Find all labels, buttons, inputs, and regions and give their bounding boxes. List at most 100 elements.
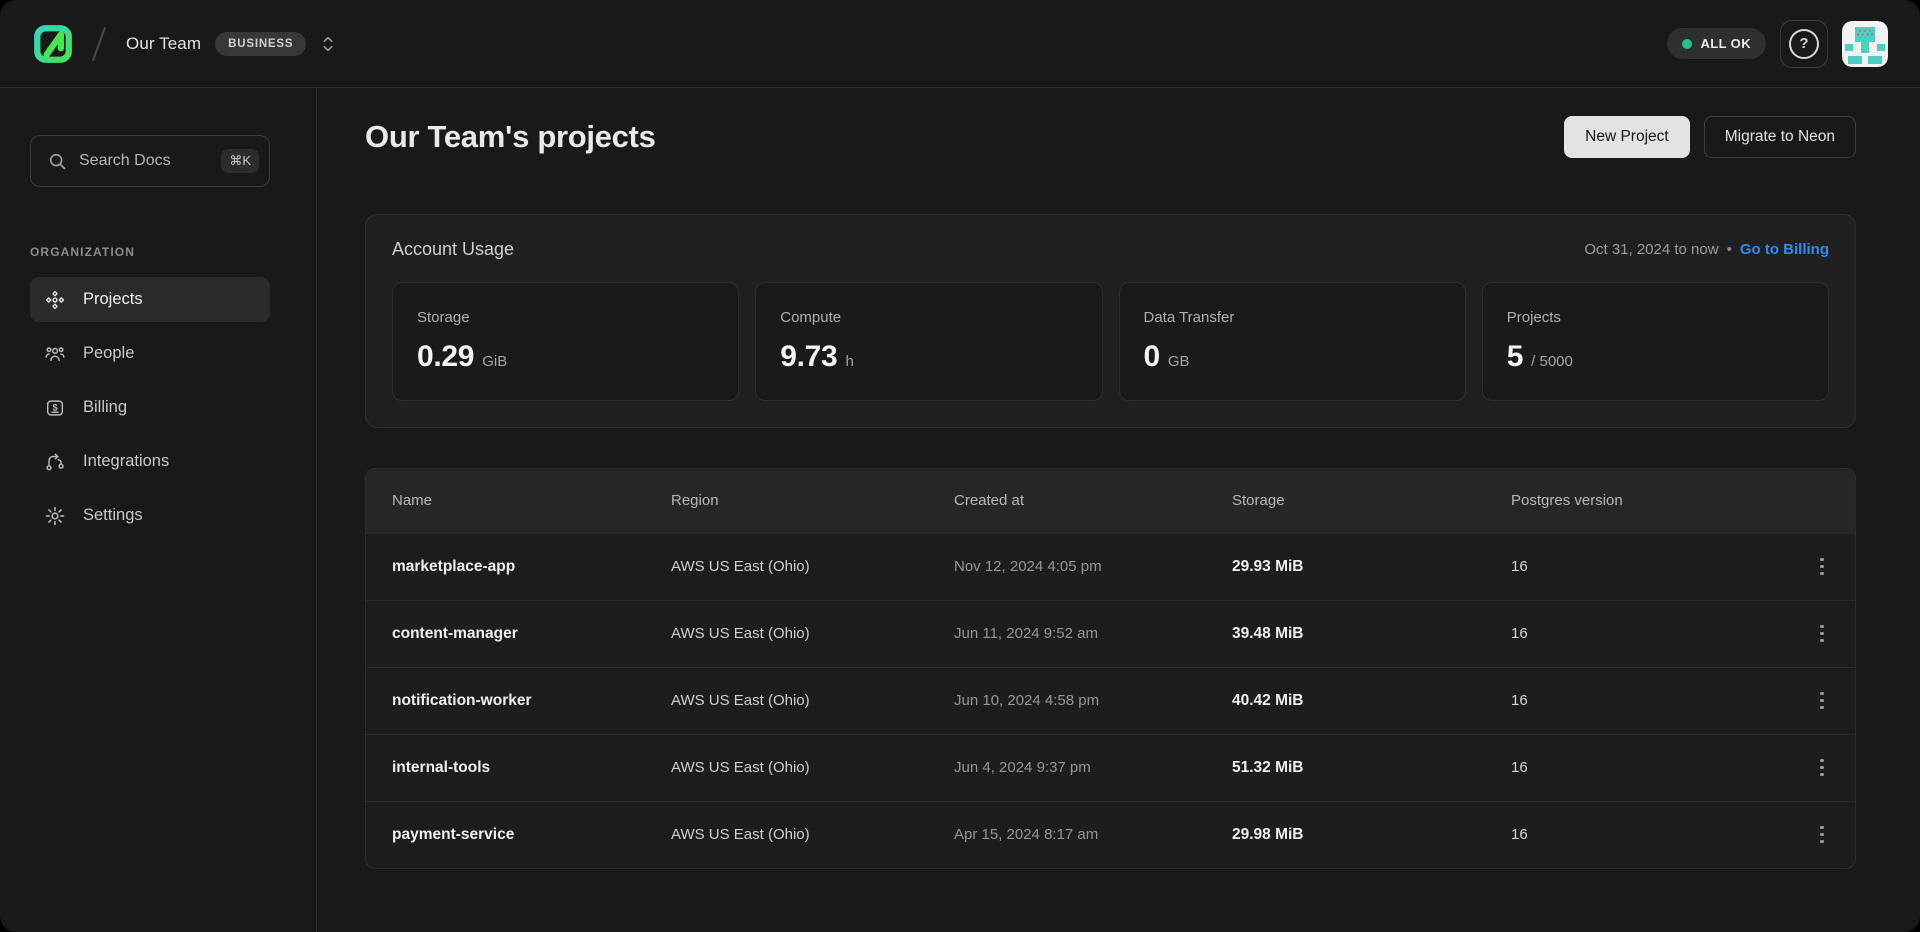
settings-gear-icon <box>44 505 66 527</box>
usage-card-label: Data Transfer <box>1144 309 1441 326</box>
sidebar-item-people[interactable]: People <box>30 331 270 376</box>
sidebar: ⌘K ORGANIZATION Projects <box>0 88 317 932</box>
project-storage: 40.42 MiB <box>1232 692 1511 710</box>
search-shortcut-badge: ⌘K <box>221 149 259 173</box>
sidebar-item-settings[interactable]: Settings <box>30 493 270 538</box>
sidebar-item-label: People <box>83 344 134 363</box>
table-row[interactable]: content-manager AWS US East (Ohio) Jun 1… <box>366 600 1855 667</box>
project-postgres-version: 16 <box>1511 826 1783 843</box>
column-header-postgres-version: Postgres version <box>1511 492 1783 509</box>
project-name: content-manager <box>392 625 671 643</box>
column-header-storage: Storage <box>1232 492 1511 509</box>
sidebar-item-label: Integrations <box>83 452 169 471</box>
project-postgres-version: 16 <box>1511 558 1783 575</box>
sidebar-item-label: Projects <box>83 290 143 309</box>
user-avatar[interactable] <box>1842 21 1888 67</box>
usage-card-label: Projects <box>1507 309 1804 326</box>
app-window: Our Team BUSINESS ALL OK ? <box>0 0 1920 932</box>
usage-separator: • <box>1727 241 1732 258</box>
question-icon: ? <box>1789 29 1819 59</box>
column-header-name: Name <box>392 492 671 509</box>
search-docs-input[interactable]: ⌘K <box>30 135 270 187</box>
status-label: ALL OK <box>1700 36 1751 51</box>
table-row[interactable]: internal-tools AWS US East (Ohio) Jun 4,… <box>366 734 1855 801</box>
project-name: notification-worker <box>392 692 671 710</box>
projects-table: Name Region Created at Storage Postgres … <box>365 468 1856 869</box>
account-usage-panel: Account Usage Oct 31, 2024 to now • Go t… <box>365 214 1856 428</box>
status-badge[interactable]: ALL OK <box>1667 28 1766 59</box>
project-storage: 39.48 MiB <box>1232 625 1511 643</box>
usage-period: Oct 31, 2024 to now • Go to Billing <box>1584 241 1829 258</box>
project-postgres-version: 16 <box>1511 692 1783 709</box>
usage-card-projects: Projects 5 / 5000 <box>1482 282 1829 401</box>
project-storage: 29.93 MiB <box>1232 558 1511 576</box>
project-created-at: Nov 12, 2024 4:05 pm <box>954 558 1232 575</box>
status-dot-icon <box>1682 39 1692 49</box>
org-name: Our Team <box>126 34 201 54</box>
people-icon <box>44 343 66 365</box>
usage-card-label: Compute <box>780 309 1077 326</box>
project-region: AWS US East (Ohio) <box>671 826 954 843</box>
usage-card-value: 9.73 <box>780 340 837 374</box>
usage-card-label: Storage <box>417 309 714 326</box>
usage-card-unit: / 5000 <box>1531 353 1573 370</box>
organization-section-label: ORGANIZATION <box>30 245 316 259</box>
column-header-created-at: Created at <box>954 492 1232 509</box>
project-region: AWS US East (Ohio) <box>671 759 954 776</box>
project-region: AWS US East (Ohio) <box>671 625 954 642</box>
usage-card-storage: Storage 0.29 GiB <box>392 282 739 401</box>
plan-badge: BUSINESS <box>215 32 306 56</box>
usage-card-compute: Compute 9.73 h <box>755 282 1102 401</box>
sidebar-item-integrations[interactable]: Integrations <box>30 439 270 484</box>
neon-logo-icon[interactable] <box>32 23 74 65</box>
new-project-button[interactable]: New Project <box>1564 116 1690 158</box>
search-docs-field[interactable] <box>79 152 209 170</box>
table-row[interactable]: marketplace-app AWS US East (Ohio) Nov 1… <box>366 533 1855 600</box>
project-created-at: Jun 4, 2024 9:37 pm <box>954 759 1232 776</box>
row-menu-kebab-icon[interactable] <box>1805 751 1839 785</box>
usage-panel-title: Account Usage <box>392 239 514 260</box>
go-to-billing-link[interactable]: Go to Billing <box>1740 241 1829 258</box>
sidebar-item-billing[interactable]: $ Billing <box>30 385 270 430</box>
row-menu-kebab-icon[interactable] <box>1805 550 1839 584</box>
billing-icon: $ <box>44 397 66 419</box>
sidebar-item-label: Settings <box>83 506 143 525</box>
main-content: Our Team's projects New Project Migrate … <box>317 88 1920 932</box>
sidebar-item-label: Billing <box>83 398 127 417</box>
org-switcher[interactable]: Our Team BUSINESS <box>126 32 336 56</box>
usage-card-unit: GiB <box>482 353 507 370</box>
project-region: AWS US East (Ohio) <box>671 558 954 575</box>
usage-card-value: 0.29 <box>417 340 474 374</box>
row-menu-kebab-icon[interactable] <box>1805 617 1839 651</box>
sidebar-item-projects[interactable]: Projects <box>30 277 270 322</box>
search-icon <box>47 151 67 171</box>
row-menu-kebab-icon[interactable] <box>1805 818 1839 852</box>
project-name: payment-service <box>392 826 671 844</box>
usage-card-value: 5 <box>1507 340 1523 374</box>
usage-card-unit: h <box>845 353 853 370</box>
breadcrumb-slash-divider <box>92 26 106 61</box>
project-created-at: Jun 11, 2024 9:52 am <box>954 625 1232 642</box>
top-header: Our Team BUSINESS ALL OK ? <box>0 0 1920 88</box>
project-region: AWS US East (Ohio) <box>671 692 954 709</box>
integrations-icon <box>44 451 66 473</box>
project-created-at: Jun 10, 2024 4:58 pm <box>954 692 1232 709</box>
help-button[interactable]: ? <box>1780 20 1828 68</box>
table-header-row: Name Region Created at Storage Postgres … <box>366 469 1855 533</box>
column-header-region: Region <box>671 492 954 509</box>
table-row[interactable]: notification-worker AWS US East (Ohio) J… <box>366 667 1855 734</box>
project-created-at: Apr 15, 2024 8:17 am <box>954 826 1232 843</box>
page-title: Our Team's projects <box>365 119 656 155</box>
svg-text:$: $ <box>52 402 57 412</box>
project-storage: 51.32 MiB <box>1232 759 1511 777</box>
row-menu-kebab-icon[interactable] <box>1805 684 1839 718</box>
table-row[interactable]: payment-service AWS US East (Ohio) Apr 1… <box>366 801 1855 868</box>
usage-card-data-transfer: Data Transfer 0 GB <box>1119 282 1466 401</box>
project-storage: 29.98 MiB <box>1232 826 1511 844</box>
migrate-to-neon-button[interactable]: Migrate to Neon <box>1704 116 1856 158</box>
project-name: marketplace-app <box>392 558 671 576</box>
usage-card-value: 0 <box>1144 340 1160 374</box>
usage-card-unit: GB <box>1168 353 1190 370</box>
chevron-updown-icon <box>320 33 336 55</box>
project-postgres-version: 16 <box>1511 625 1783 642</box>
